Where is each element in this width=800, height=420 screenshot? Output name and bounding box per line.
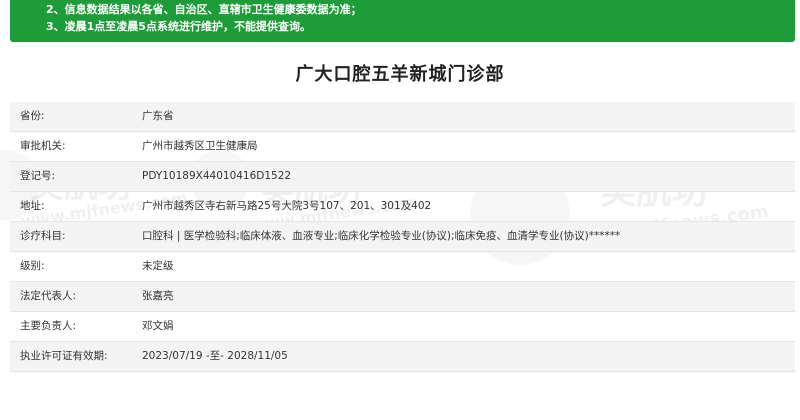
table-row: 主要负责人: 邓文娟	[10, 312, 795, 342]
row-label: 诊疗科目:	[20, 230, 66, 242]
row-label: 地址:	[20, 200, 45, 212]
row-value: 张嘉亮	[142, 290, 174, 302]
info-table: 省份: 广东省 审批机关: 广州市越秀区卫生健康局 登记号: PDY10189X…	[10, 102, 795, 372]
table-row: 审批机关: 广州市越秀区卫生健康局	[10, 132, 795, 162]
notice-line: 3、凌晨1点至凌晨5点系统进行维护，不能提供查询。	[46, 20, 311, 33]
row-value: PDY10189X44010416D1522	[142, 170, 292, 182]
row-label: 登记号:	[20, 170, 56, 182]
notice-line: 2、信息数据结果以各省、自治区、直辖市卫生健康委数据为准；	[46, 3, 362, 16]
row-label: 级别:	[20, 260, 45, 272]
table-row: 法定代表人: 张嘉亮	[10, 282, 795, 312]
table-row: 诊疗科目: 口腔科 | 医学检验科;临床体液、血液专业;临床化学检验专业(协议)…	[10, 222, 795, 252]
page-title: 广大口腔五羊新城门诊部	[295, 64, 505, 85]
row-value: 2023/07/19 -至- 2028/11/05	[142, 350, 288, 362]
table-row: 级别: 未定级	[10, 252, 795, 282]
notice-banner: 2、信息数据结果以各省、自治区、直辖市卫生健康委数据为准； 3、凌晨1点至凌晨5…	[10, 0, 795, 42]
row-label: 法定代表人:	[20, 290, 77, 302]
table-row: 登记号: PDY10189X44010416D1522	[10, 162, 795, 192]
row-label: 主要负责人:	[20, 320, 77, 332]
row-label: 审批机关:	[20, 140, 66, 152]
row-value: 广东省	[142, 110, 174, 122]
table-row: 地址: 广州市越秀区寺右新马路25号大院3号107、201、301及402	[10, 192, 795, 222]
row-label: 执业许可证有效期:	[20, 350, 108, 362]
row-label: 省份:	[20, 110, 45, 122]
row-value: 未定级	[142, 260, 174, 272]
row-value: 邓文娟	[142, 320, 174, 332]
table-row: 执业许可证有效期: 2023/07/19 -至- 2028/11/05	[10, 342, 795, 372]
row-value: 广州市越秀区卫生健康局	[142, 140, 258, 152]
row-value: 广州市越秀区寺右新马路25号大院3号107、201、301及402	[142, 200, 432, 212]
row-value: 口腔科 | 医学检验科;临床体液、血液专业;临床化学检验专业(协议);临床免疫、…	[142, 230, 621, 242]
table-row: 省份: 广东省	[10, 102, 795, 132]
